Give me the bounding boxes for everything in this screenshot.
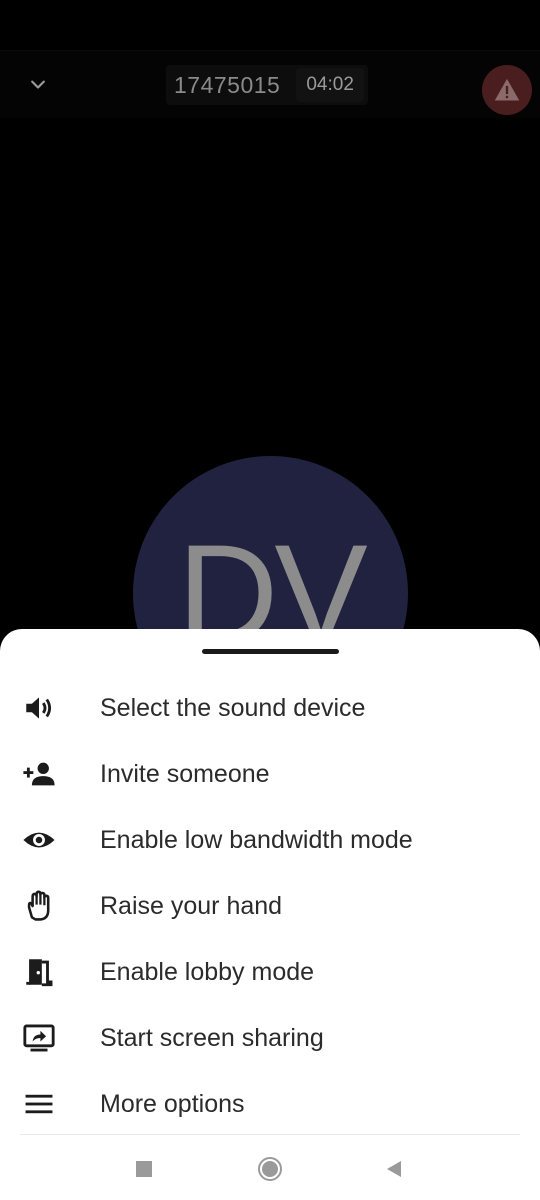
menu-item-label: Enable low bandwidth mode <box>100 825 413 854</box>
menu-item-label: Start screen sharing <box>100 1023 324 1052</box>
menu-item-low-bandwidth[interactable]: Enable low bandwidth mode <box>0 807 540 873</box>
menu-item-screen-sharing[interactable]: Start screen sharing <box>0 1005 540 1071</box>
recents-button[interactable] <box>129 1154 159 1184</box>
hand-icon <box>0 873 100 939</box>
warning-button[interactable] <box>482 65 532 115</box>
meeting-id: 17475015 <box>174 71 281 98</box>
menu-item-invite-someone[interactable]: Invite someone <box>0 741 540 807</box>
square-icon <box>136 1161 152 1177</box>
menu-item-label: Enable lobby mode <box>100 957 315 986</box>
warning-icon <box>494 78 520 101</box>
menu-list: Select the sound device Invite someone E… <box>0 675 540 1137</box>
back-button[interactable] <box>379 1154 409 1184</box>
status-bar <box>0 0 540 50</box>
call-timer: 04:02 <box>296 68 364 102</box>
menu-item-raise-hand[interactable]: Raise your hand <box>0 873 540 939</box>
system-nav-bar <box>0 1136 540 1200</box>
menu-item-label: More options <box>100 1089 245 1118</box>
divider <box>20 1134 520 1135</box>
meeting-info: 17475015 04:02 <box>166 65 368 105</box>
menu-item-label: Invite someone <box>100 759 270 788</box>
add-person-icon <box>0 741 100 807</box>
home-circle-icon <box>258 1157 282 1181</box>
screen-share-icon <box>0 1005 100 1071</box>
collapse-button[interactable] <box>18 65 58 105</box>
call-screen: 17475015 04:02 DV Select the sound devic… <box>0 0 540 1200</box>
door-icon <box>0 939 100 1005</box>
speaker-icon <box>0 675 100 741</box>
video-area: DV <box>0 118 540 731</box>
back-triangle-icon <box>387 1161 401 1177</box>
menu-item-lobby-mode[interactable]: Enable lobby mode <box>0 939 540 1005</box>
menu-item-more-options[interactable]: More options <box>0 1071 540 1137</box>
conference-header: 17475015 04:02 <box>0 50 540 118</box>
eye-icon <box>0 807 100 873</box>
home-button[interactable] <box>255 1154 285 1184</box>
menu-icon <box>0 1071 100 1137</box>
chevron-down-icon <box>31 80 45 89</box>
drag-handle[interactable] <box>202 649 339 654</box>
overflow-menu-sheet: Select the sound device Invite someone E… <box>0 629 540 1200</box>
menu-item-label: Raise your hand <box>100 891 283 920</box>
menu-item-select-sound-device[interactable]: Select the sound device <box>0 675 540 741</box>
menu-item-label: Select the sound device <box>100 693 366 722</box>
